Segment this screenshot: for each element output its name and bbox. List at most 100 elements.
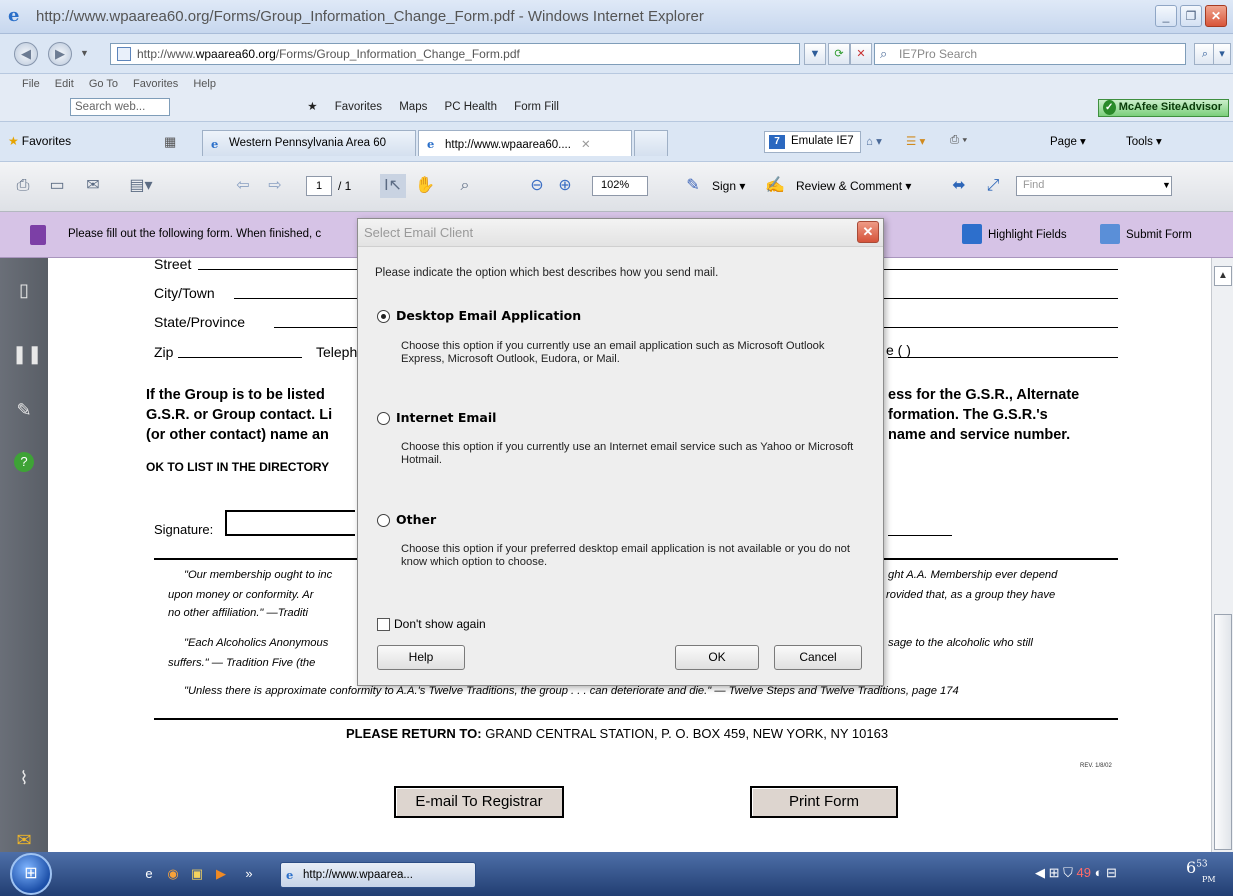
page-menu[interactable]: Page ▾: [1050, 134, 1086, 148]
bookmarks-icon[interactable]: ❚❚: [12, 342, 42, 366]
dont-show-again-label[interactable]: Don't show again: [394, 617, 486, 631]
page-number-input[interactable]: 1: [306, 176, 332, 196]
signature-line-right: [888, 535, 952, 536]
signatures-icon[interactable]: ✎: [12, 398, 36, 422]
zoom-in-icon[interactable]: ⊕: [552, 174, 578, 198]
fit-width-icon[interactable]: ⬌: [946, 174, 972, 198]
address-field[interactable]: http://www.wpaarea60.org/Forms/Group_Inf…: [110, 43, 800, 65]
review-comment-menu[interactable]: Review & Comment ▾: [796, 179, 911, 193]
save-icon[interactable]: ▭: [44, 174, 70, 198]
attachments-icon[interactable]: ⌇: [12, 766, 36, 790]
tab-western-pennsylvania[interactable]: e Western Pennsylvania Area 60: [202, 130, 416, 156]
comments-icon[interactable]: ✉: [12, 828, 36, 852]
menu-edit[interactable]: Edit: [55, 78, 74, 90]
start-button[interactable]: ⊞: [10, 853, 52, 895]
home-icon[interactable]: ⌂ ▾: [866, 134, 882, 148]
minimize-button[interactable]: _: [1155, 5, 1177, 27]
find-dropdown-icon[interactable]: ▼: [1162, 180, 1171, 190]
signature-field[interactable]: [225, 510, 355, 536]
page-nav-icon[interactable]: ▤▾: [128, 174, 154, 198]
option-other-label[interactable]: Other: [396, 512, 436, 527]
prev-page-icon[interactable]: ⇦: [230, 174, 256, 198]
print-icon[interactable]: ⎙: [10, 174, 36, 198]
dont-show-again-checkbox[interactable]: [377, 618, 390, 631]
fit-page-icon[interactable]: ⤢: [980, 174, 1006, 198]
search-icon: ⌕: [880, 46, 888, 61]
print-form-button[interactable]: Print Form: [750, 786, 898, 818]
hand-tool-icon[interactable]: ✋: [412, 174, 438, 198]
address-dropdown-icon[interactable]: ▼: [804, 43, 826, 65]
emulate-ie7-button[interactable]: 7 Emulate IE7: [764, 131, 861, 153]
ie-launch-icon[interactable]: e: [140, 865, 158, 883]
tab-form-pdf[interactable]: e http://www.wpaarea60.... ✕: [418, 130, 632, 156]
stop-icon[interactable]: ✕: [850, 43, 872, 65]
scroll-up-icon[interactable]: ▲: [1214, 266, 1232, 286]
toolbar-pc-health[interactable]: PC Health: [445, 98, 497, 116]
ok-button[interactable]: OK: [675, 645, 759, 670]
pages-icon[interactable]: ▯: [12, 278, 36, 302]
vertical-scrollbar[interactable]: ▲: [1211, 258, 1233, 852]
zoom-tool-icon[interactable]: ⌕: [452, 174, 478, 198]
cancel-button[interactable]: Cancel: [774, 645, 862, 670]
sign-menu[interactable]: Sign ▾: [712, 179, 745, 193]
tray-count: 49: [1076, 865, 1091, 880]
option-internet-email-label[interactable]: Internet Email: [396, 410, 496, 425]
close-tab-icon[interactable]: ✕: [581, 139, 591, 151]
select-tool-icon[interactable]: I↖: [380, 174, 406, 198]
zip-field[interactable]: [178, 357, 302, 358]
feeds-icon[interactable]: ☰ ▾: [906, 134, 925, 148]
refresh-icon[interactable]: ⟳: [828, 43, 850, 65]
print-icon[interactable]: ⎙ ▾: [950, 134, 967, 147]
help-button[interactable]: Help: [377, 645, 465, 670]
zoom-level-select[interactable]: 102%: [592, 176, 648, 196]
find-input[interactable]: Find: [1016, 176, 1172, 196]
phone-area-code: e ( ): [886, 342, 911, 358]
menu-file[interactable]: File: [22, 78, 40, 90]
zoom-out-icon[interactable]: ⊖: [524, 174, 550, 198]
help-icon[interactable]: ?: [14, 452, 34, 472]
taskbar-item-label: http://www.wpaarea...: [303, 869, 413, 881]
next-page-icon[interactable]: ⇨: [262, 174, 288, 198]
favorites-button[interactable]: ★ Favorites: [8, 134, 71, 148]
new-tab-button[interactable]: [634, 130, 668, 156]
more-launch-icon[interactable]: »: [240, 865, 258, 883]
highlight-fields-label: Highlight Fields: [988, 229, 1067, 241]
dialog-close-button[interactable]: ✕: [857, 221, 879, 243]
restore-button[interactable]: ❐: [1180, 5, 1202, 27]
radio-desktop-email[interactable]: [377, 310, 390, 323]
email-icon[interactable]: ✉: [80, 174, 106, 198]
web-search-input[interactable]: Search web...: [70, 98, 170, 116]
folder-launch-icon[interactable]: ▣: [188, 865, 206, 883]
back-button[interactable]: ◀: [14, 42, 38, 66]
toolbar-favorites[interactable]: Favorites: [335, 98, 382, 116]
clock[interactable]: 653 PM: [1186, 858, 1216, 884]
forward-button[interactable]: ▶: [48, 42, 72, 66]
firefox-launch-icon[interactable]: ◉: [164, 865, 182, 883]
media-launch-icon[interactable]: ▶: [212, 865, 230, 883]
history-dropdown-icon[interactable]: ▼: [80, 48, 89, 58]
toolbar-form-fill[interactable]: Form Fill: [514, 98, 559, 116]
submit-form-button[interactable]: Submit Form: [1100, 224, 1192, 246]
search-options-icon[interactable]: ▾: [1213, 43, 1231, 65]
close-window-button[interactable]: ✕: [1205, 5, 1227, 27]
listing-text-right-1: ess for the G.S.R., Alternate: [888, 387, 1080, 403]
search-input[interactable]: ⌕ IE7Pro Search: [874, 43, 1186, 65]
telephone-field[interactable]: [888, 357, 1118, 358]
ok-to-list-label: OK TO LIST IN THE DIRECTORY: [146, 460, 330, 474]
radio-other[interactable]: [377, 514, 390, 527]
tools-menu[interactable]: Tools ▾: [1126, 134, 1162, 148]
option-desktop-email-label[interactable]: Desktop Email Application: [396, 308, 581, 323]
mcafee-siteadvisor-button[interactable]: McAfee SiteAdvisor: [1097, 99, 1229, 117]
radio-internet-email[interactable]: [377, 412, 390, 425]
toolbar-maps[interactable]: Maps: [399, 98, 427, 116]
listing-text-left-2: G.S.R. or Group contact. Li: [146, 407, 333, 423]
highlight-fields-button[interactable]: Highlight Fields: [962, 224, 1067, 246]
menu-help[interactable]: Help: [193, 78, 216, 90]
taskbar-item-ie[interactable]: e http://www.wpaarea...: [280, 862, 476, 888]
menu-favorites[interactable]: Favorites: [133, 78, 178, 90]
scroll-thumb[interactable]: [1214, 614, 1232, 850]
quick-tabs-icon[interactable]: ▦: [164, 134, 176, 150]
address-row: ◀ ▶ ▼ http://www.wpaarea60.org/Forms/Gro…: [0, 34, 1233, 74]
email-to-registrar-button[interactable]: E-mail To Registrar: [394, 786, 564, 818]
menu-goto[interactable]: Go To: [89, 78, 118, 90]
